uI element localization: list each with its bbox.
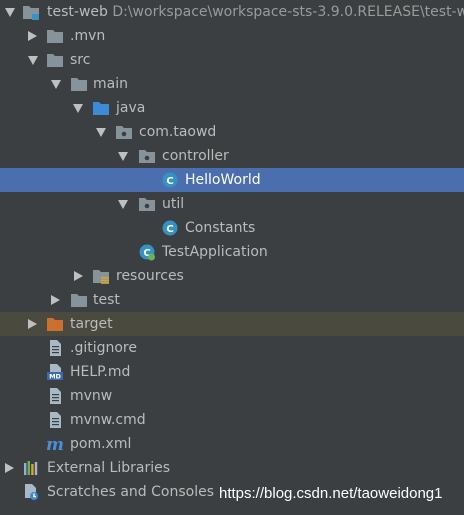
project-tree: test-web D:\workspace\workspace-sts-3.9.… [0,0,464,515]
collapsed-arrow-icon[interactable] [51,295,60,305]
tree-row-mvnwcmd[interactable]: mvnw.cmd [0,408,464,432]
collapsed-arrow-icon[interactable] [74,271,83,281]
tree-label: main [93,76,128,92]
folder-icon [47,30,63,43]
tree-row-external-libraries[interactable]: External Libraries [0,456,464,480]
collapsed-arrow-icon[interactable] [28,319,37,329]
tree-label: Scratches and Consoles [47,484,214,500]
folder-icon [47,54,63,67]
tree-row-package[interactable]: com.taowd [0,120,464,144]
tree-row-project[interactable]: test-web D:\workspace\workspace-sts-3.9.… [0,0,464,24]
text-file-icon [50,388,61,404]
text-file-icon [50,340,61,356]
excluded-folder-icon [47,318,63,331]
tree-row-target[interactable]: target [0,312,464,336]
tree-label: Constants [185,220,256,236]
tree-label: mvnw [70,388,113,404]
expanded-arrow-icon[interactable] [118,152,128,161]
libraries-icon [24,461,38,475]
tree-row-resources[interactable]: resources [0,264,464,288]
expanded-arrow-icon[interactable] [118,200,128,209]
tree-label: mvnw.cmd [70,412,146,428]
tree-label: .mvn [70,28,106,44]
expanded-arrow-icon[interactable] [73,104,83,113]
package-icon [139,198,155,211]
tree-label: src [70,52,91,68]
expanded-arrow-icon[interactable] [51,80,61,89]
tree-label: TestApplication [162,244,268,260]
text-file-icon [50,412,61,428]
tree-label: pom.xml [70,436,132,452]
tree-row-mvnw[interactable]: mvnw [0,384,464,408]
tree-label: controller [162,148,229,164]
collapsed-arrow-icon[interactable] [28,31,37,41]
expanded-arrow-icon[interactable] [5,8,15,17]
maven-icon: m [46,435,64,453]
svg-text:C: C [166,224,173,235]
tree-row-test[interactable]: test [0,288,464,312]
tree-row-constants[interactable]: C Constants [0,216,464,240]
tree-label: com.taowd [139,124,217,140]
tree-row-pom[interactable]: m pom.xml [0,432,464,456]
tree-row-gitignore[interactable]: .gitignore [0,336,464,360]
tree-label: resources [116,268,184,284]
tree-label: test [93,292,120,308]
collapsed-arrow-icon[interactable] [5,463,14,473]
class-icon: C [162,220,178,236]
folder-icon [71,78,87,91]
class-icon: C [162,172,178,188]
project-path: D:\workspace\workspace-sts-3.9.0.RELEASE… [112,4,464,20]
scratches-icon [25,484,38,500]
module-folder-icon [23,6,39,20]
watermark-url: https://blog.csdn.net/taoweidong1 [219,485,443,502]
source-folder-icon [93,102,109,115]
spring-boot-class-icon: C [139,244,155,261]
tree-row-mvn[interactable]: .mvn [0,24,464,48]
tree-row-util[interactable]: util [0,192,464,216]
markdown-file-icon: MD [47,364,63,381]
tree-row-java[interactable]: java [0,96,464,120]
tree-label: util [162,196,185,212]
folder-icon [71,294,87,307]
tree-row-main[interactable]: main [0,72,464,96]
tree-row-controller[interactable]: controller [0,144,464,168]
tree-row-help[interactable]: MD HELP.md [0,360,464,384]
tree-label: target [70,316,113,332]
tree-label: .gitignore [70,340,137,356]
resources-folder-icon [93,270,109,284]
expanded-arrow-icon[interactable] [96,128,106,137]
package-icon [139,150,155,163]
tree-row-src[interactable]: src [0,48,464,72]
svg-text:MD: MD [49,373,61,381]
project-name: test-web [47,4,108,20]
expanded-arrow-icon[interactable] [28,56,38,65]
package-icon [116,126,132,139]
tree-label: java [116,100,146,116]
tree-label: HelloWorld [185,172,261,188]
tree-row-helloworld[interactable]: C HelloWorld [0,168,464,192]
tree-row-testapplication[interactable]: C TestApplication [0,240,464,264]
tree-label: External Libraries [47,460,170,476]
tree-label: HELP.md [70,364,131,380]
svg-text:m: m [46,435,64,453]
svg-text:C: C [166,176,173,187]
